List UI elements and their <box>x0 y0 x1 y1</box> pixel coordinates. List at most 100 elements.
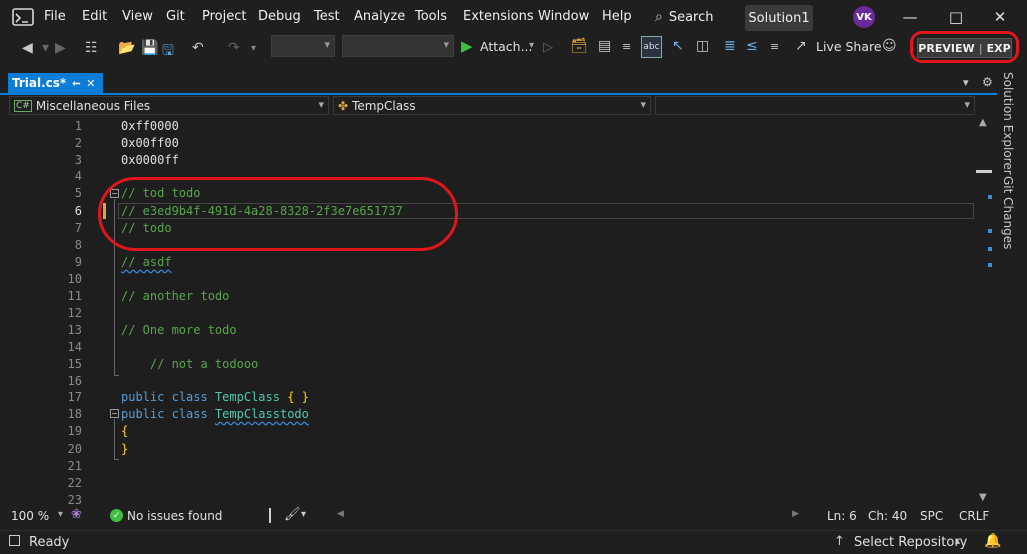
forward-icon[interactable]: ▶ <box>55 40 66 56</box>
line-number: 9 <box>74 255 82 269</box>
tab-overflow-icon[interactable]: ▾ <box>963 76 969 89</box>
zoom-level[interactable]: 100 % <box>11 509 49 523</box>
live-share-icon[interactable]: ↗ <box>795 38 807 54</box>
menu-window[interactable]: Window <box>538 9 589 24</box>
code-cleanup-icon[interactable]: 🖌 <box>284 507 301 522</box>
menu-view[interactable]: View <box>122 9 153 24</box>
intellicode-icon[interactable]: ❀ <box>71 507 82 522</box>
notifications-icon[interactable]: 🔔 <box>984 533 1001 549</box>
search-box[interactable]: ⌕ Search <box>655 6 733 28</box>
fold-guide-end <box>114 459 119 460</box>
member-dropdown[interactable] <box>655 96 975 115</box>
menu-tools[interactable]: Tools <box>415 9 447 24</box>
csharp-project-icon: C# <box>14 99 32 112</box>
repo-dropdown-icon[interactable]: ▴ <box>955 536 960 547</box>
scroll-left-icon[interactable]: ◀ <box>337 509 344 519</box>
maximize-icon[interactable]: □ <box>946 8 966 26</box>
solution-name[interactable]: Solution1 <box>745 5 813 31</box>
save-all-icon[interactable]: 🖫 <box>162 40 174 64</box>
whitespace-indicator[interactable]: SPC <box>920 509 943 523</box>
line-number: 17 <box>67 390 82 404</box>
platform-dropdown[interactable] <box>342 35 454 57</box>
avatar[interactable]: VK <box>853 6 875 28</box>
class-dropdown[interactable]: ✤ TempClass <box>333 96 651 115</box>
layout-dropdown-icon[interactable]: ≡ <box>622 40 631 53</box>
menu-analyze[interactable]: Analyze <box>354 9 405 24</box>
menu-project[interactable]: Project <box>202 9 246 24</box>
line-indicator[interactable]: Ln: 6 <box>827 509 857 523</box>
feedback-icon[interactable]: ☺ <box>882 38 897 54</box>
undo-icon[interactable]: ↶ <box>192 40 204 56</box>
scroll-right-icon[interactable]: ▶ <box>792 509 799 519</box>
redo-icon[interactable]: ↷ <box>228 40 240 56</box>
cleanup-dropdown-icon[interactable]: ▾ <box>301 509 306 520</box>
line-ending-indicator[interactable]: CRLF <box>959 509 989 523</box>
select-repository-button[interactable]: Select Repository <box>854 535 967 550</box>
settings-gear-icon[interactable]: ⚙ <box>982 75 993 89</box>
document-tab-strip: Trial.cs* ⭠ ✕ <box>0 73 998 95</box>
toolbox-icon[interactable]: 🗃 <box>570 38 588 54</box>
back-icon[interactable]: ◀ <box>22 40 33 56</box>
tab-trial-cs[interactable]: Trial.cs* ⭠ ✕ <box>8 73 103 93</box>
configuration-dropdown[interactable] <box>271 35 335 57</box>
menu-extensions[interactable]: Extensions <box>463 9 534 24</box>
line-number: 10 <box>67 272 82 286</box>
scroll-down-icon[interactable]: ▼ <box>979 492 987 503</box>
line-number: 3 <box>74 153 82 167</box>
toolbar-more-icon[interactable]: ≡ <box>770 40 779 53</box>
menu-git[interactable]: Git <box>166 9 185 24</box>
visual-studio-logo-icon[interactable] <box>12 6 34 28</box>
menu-edit[interactable]: Edit <box>82 9 107 24</box>
play-outline-icon[interactable]: ▷ <box>543 40 553 55</box>
layout-icon[interactable]: ▤ <box>598 38 611 54</box>
line-number-current: 6 <box>74 204 82 218</box>
scroll-up-icon[interactable]: ▲ <box>979 117 987 128</box>
project-dropdown-label: Miscellaneous Files <box>35 98 151 113</box>
separator <box>269 508 271 523</box>
navigation-bar: C# Miscellaneous Files ✤ TempClass <box>0 96 985 116</box>
line-number: 20 <box>67 442 82 456</box>
line-number: 1 <box>74 119 82 133</box>
redo-dropdown-icon[interactable]: ▾ <box>251 43 256 54</box>
project-dropdown[interactable]: C# Miscellaneous Files <box>9 96 329 115</box>
class-dropdown-label: TempClass <box>352 98 416 113</box>
scroll-marker <box>988 247 992 251</box>
line-number: 14 <box>67 340 82 354</box>
comment-icon[interactable]: ≣ <box>724 38 736 54</box>
minimize-icon[interactable]: — <box>900 8 920 26</box>
pointer-icon[interactable]: ↖ <box>672 38 684 54</box>
menu-debug[interactable]: Debug <box>258 9 301 24</box>
spellcheck-icon[interactable]: abc <box>641 36 662 58</box>
code-editor[interactable]: 1 2 3 4 5 6 7 8 9 10 11 12 13 14 15 16 1… <box>0 117 975 507</box>
close-window-icon[interactable]: ✕ <box>990 8 1010 26</box>
issues-status[interactable]: No issues found <box>127 509 222 523</box>
start-icon[interactable]: ▶ <box>461 37 473 55</box>
git-changes-tab[interactable]: Git Changes <box>1001 176 1015 249</box>
new-project-icon[interactable]: ☷ <box>85 40 98 56</box>
fold-collapse-icon[interactable]: − <box>110 409 119 418</box>
menu-file[interactable]: File <box>44 9 66 24</box>
open-folder-icon[interactable]: 📂 <box>118 40 135 56</box>
zoom-dropdown-icon[interactable]: ▾ <box>58 509 63 520</box>
vertical-scrollbar[interactable]: ▲ ▼ <box>975 117 995 507</box>
pin-icon[interactable]: ⭠ <box>72 78 80 89</box>
code-line: // asdf <box>121 255 172 269</box>
editor-status-bar: 100 % ▾ ❀ ✓ No issues found 🖌 ▾ ◀ ▶ Ln: … <box>0 507 995 525</box>
attach-dropdown-icon[interactable]: ▾ <box>529 40 534 51</box>
code-line: 0x0000ff <box>121 153 179 167</box>
menu-test[interactable]: Test <box>314 9 340 24</box>
solution-explorer-tab[interactable]: Solution Explorer <box>1001 72 1015 175</box>
menu-help[interactable]: Help <box>602 9 632 24</box>
scroll-marker <box>988 195 992 199</box>
annotation-oval-todo <box>98 177 458 251</box>
save-icon[interactable]: 💾 <box>141 40 158 56</box>
dropdown-arrow-icon[interactable]: ▾ <box>42 40 49 56</box>
output-icon[interactable] <box>9 535 20 546</box>
live-share-button[interactable]: Live Share <box>816 39 882 54</box>
properties-icon[interactable]: ◫ <box>696 38 709 54</box>
line-number: 15 <box>67 357 82 371</box>
uncomment-icon[interactable]: ≤ <box>746 38 758 54</box>
attach-button[interactable]: Attach... <box>480 39 533 54</box>
close-tab-icon[interactable]: ✕ <box>86 77 95 90</box>
column-indicator[interactable]: Ch: 40 <box>868 509 907 523</box>
